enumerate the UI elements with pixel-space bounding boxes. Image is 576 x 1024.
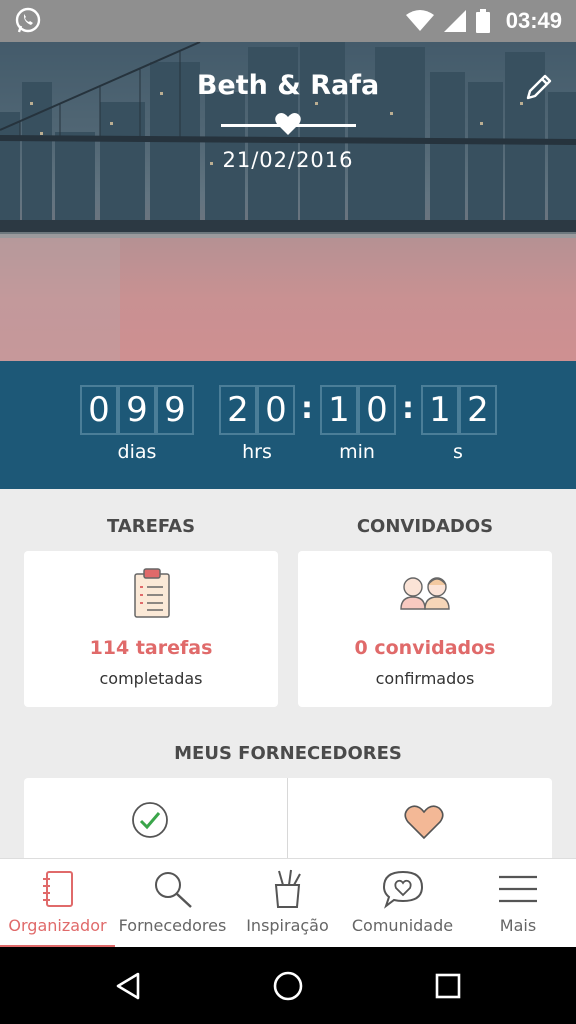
vendors-title: MEUS FORNECEDORES — [174, 743, 402, 764]
search-icon — [154, 872, 192, 908]
hours-unit-label: hrs — [242, 441, 272, 463]
seconds-unit-label: s — [453, 441, 463, 463]
nav-comunidade[interactable]: Comunidade — [345, 859, 460, 948]
tasks-title: TAREFAS — [106, 516, 196, 537]
status-bar: 03:49 — [0, 0, 576, 42]
nav-fornecedores[interactable]: Fornecedores — [115, 859, 230, 948]
nav-label: Inspiração — [246, 916, 329, 935]
guests-icon — [400, 577, 450, 610]
check-circle-icon[interactable] — [131, 801, 169, 839]
guests-title: CONVIDADOS — [356, 516, 494, 537]
nav-organizador[interactable]: Organizador — [0, 859, 115, 948]
vendors-divider — [287, 778, 288, 868]
heart-icon — [275, 113, 301, 135]
pencil-cup-icon — [274, 869, 301, 908]
home-icon[interactable] — [272, 970, 304, 1002]
hero-banner: Beth & Rafa 21/02/2016 — [0, 42, 576, 362]
tasks-sub: completadas — [99, 669, 203, 688]
hours-digit: 0 — [257, 385, 295, 435]
heart-favorites-icon[interactable] — [404, 804, 444, 840]
nav-mais[interactable]: Mais — [460, 859, 576, 948]
back-icon[interactable] — [114, 971, 142, 1001]
system-navigation-bar — [0, 947, 576, 1024]
vendors-card[interactable] — [24, 778, 552, 868]
hours-digit: 2 — [219, 385, 257, 435]
guests-sub: confirmados — [375, 669, 475, 688]
whatsapp-icon — [15, 7, 41, 33]
nav-label: Organizador — [8, 916, 107, 935]
minutes-digit: 1 — [320, 385, 358, 435]
minutes-unit-label: min — [339, 441, 375, 463]
wifi-icon — [405, 10, 434, 31]
nav-label: Fornecedores — [118, 916, 227, 935]
signal-icon — [443, 10, 466, 32]
seconds-digit: 2 — [459, 385, 497, 435]
nav-label: Comunidade — [351, 916, 454, 935]
tasks-count: 114 tarefas — [89, 637, 213, 659]
menu-icon — [499, 875, 537, 903]
time-separator: : — [402, 391, 414, 426]
days-unit-label: dias — [117, 441, 157, 463]
couple-names: Beth & Rafa — [196, 70, 380, 101]
checklist-icon — [134, 568, 170, 618]
wedding-date: 21/02/2016 — [222, 148, 354, 172]
time-separator: : — [301, 391, 313, 426]
minutes-digit: 0 — [358, 385, 396, 435]
countdown-panel: 0 9 9 2 0 : 1 0 : 1 2 dias hrs min s — [0, 361, 576, 489]
chat-heart-icon — [382, 870, 423, 909]
guests-card[interactable]: 0 convidados confirmados — [298, 551, 552, 707]
status-time: 03:49 — [505, 8, 562, 33]
nav-inspiracao[interactable]: Inspiração — [230, 859, 345, 948]
guests-count: 0 convidados — [354, 637, 496, 659]
days-digit: 9 — [156, 385, 194, 435]
seconds-digit: 1 — [421, 385, 459, 435]
recents-icon[interactable] — [434, 972, 462, 1000]
battery-icon — [475, 9, 490, 33]
days-digit: 9 — [118, 385, 156, 435]
bottom-navigation: Organizador Fornecedores Inspiração Comu… — [0, 858, 576, 948]
tasks-card[interactable]: 114 tarefas completadas — [24, 551, 278, 707]
notebook-icon — [42, 871, 73, 907]
days-digit: 0 — [80, 385, 118, 435]
edit-pencil-icon[interactable] — [524, 72, 554, 102]
nav-label: Mais — [499, 916, 537, 935]
